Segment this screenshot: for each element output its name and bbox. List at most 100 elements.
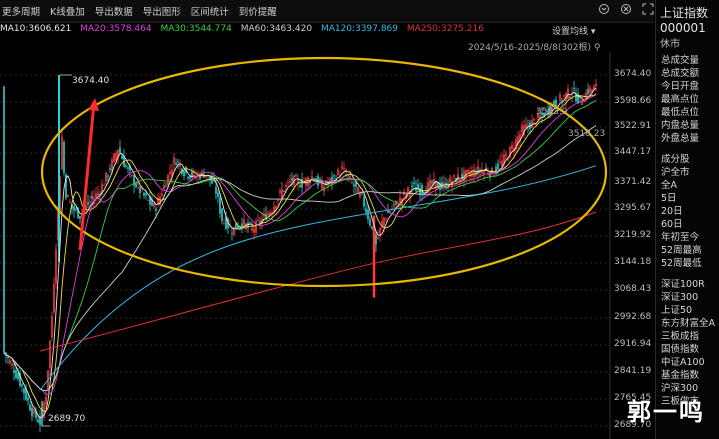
candle-body	[245, 223, 247, 230]
candle-body	[477, 166, 479, 175]
candle-body	[595, 83, 597, 87]
sidebar-stat-item[interactable]: 外盘总量	[656, 132, 719, 145]
candle-body	[341, 166, 343, 169]
candle-body	[107, 175, 109, 177]
low-label: 2689.70	[48, 414, 86, 424]
sidebar-stat-item[interactable]: 今日开盘	[656, 80, 719, 93]
candle-body	[97, 192, 99, 196]
ma-legend-item: MA20:3578.464	[80, 24, 152, 34]
sidebar-stat-item[interactable]: 总成交量	[656, 54, 719, 67]
candle-body	[9, 360, 11, 364]
candle-body	[233, 226, 235, 236]
candle-body	[21, 384, 23, 387]
sidebar-item[interactable]: 成分股	[656, 153, 719, 166]
sidebar-stat-item[interactable]: 最高点位	[656, 93, 719, 106]
candle-body	[87, 202, 89, 205]
candle-body	[385, 218, 387, 220]
ma-line	[3, 99, 597, 392]
candle-body	[497, 163, 499, 170]
candle-body	[183, 171, 185, 177]
candle-body	[255, 220, 257, 234]
candle-body	[413, 182, 415, 185]
sidebar-item[interactable]: 深证300	[656, 291, 719, 304]
candle-body	[243, 219, 245, 225]
candle-body	[13, 370, 15, 374]
candle-body	[121, 155, 123, 160]
candle-body	[281, 189, 283, 198]
candle-body	[533, 118, 535, 121]
candle-body	[91, 196, 93, 199]
sidebar-item[interactable]: 20日	[656, 205, 719, 218]
sidebar-item[interactable]: 60日	[656, 218, 719, 231]
sidebar-item[interactable]: 基金指数	[656, 369, 719, 382]
sidebar-item[interactable]: 52周最高	[656, 244, 719, 257]
sidebar-item[interactable]: 深证100R	[656, 278, 719, 291]
candle-body	[17, 373, 19, 379]
candle-body	[103, 184, 105, 186]
candle-body	[219, 197, 221, 214]
ma-legend-item: MA250:3275.216	[406, 24, 484, 34]
candle-body	[257, 219, 259, 221]
price-axis-label: 3144.18	[614, 257, 652, 267]
sidebar-item[interactable]: 全A	[656, 179, 719, 192]
close-icon[interactable]	[620, 3, 632, 15]
candle-body	[135, 183, 137, 188]
sidebar-item[interactable]: 52周最低	[656, 257, 719, 270]
ma-legend: MA10:3606.621 MA20:3578.464 MA30:3544.77…	[0, 24, 490, 38]
sidebar-item[interactable]: 三板成指	[656, 330, 719, 343]
candle-body	[153, 203, 155, 207]
candle-body	[573, 88, 575, 90]
sidebar-item[interactable]: 沪全市	[656, 166, 719, 179]
export-data-button[interactable]: 导出数据	[90, 4, 138, 18]
sidebar-stat-item[interactable]: 最低点位	[656, 106, 719, 119]
candle-body	[375, 234, 377, 245]
candle-body	[29, 404, 31, 411]
sidebar-item[interactable]: 中证A100	[656, 356, 719, 369]
expand-icon[interactable]	[642, 3, 654, 15]
candle-body	[367, 209, 369, 220]
candle-body	[467, 169, 469, 173]
sidebar-item[interactable]: 年初至今	[656, 231, 719, 244]
candle-body	[79, 215, 81, 219]
candle-body	[363, 196, 365, 207]
candle-body	[125, 165, 127, 168]
watermark: 郭一鸣	[627, 398, 705, 426]
more-periods-button[interactable]: 更多周期	[0, 4, 45, 18]
candle-body	[279, 190, 281, 193]
candle-body	[577, 93, 579, 104]
sidebar-item[interactable]: 上证50	[656, 304, 719, 317]
price-alert-button[interactable]: 到价提醒	[234, 4, 282, 18]
candle-body	[581, 102, 583, 106]
index-code: 000001	[660, 21, 706, 35]
candle-body	[563, 95, 565, 97]
settings-icon[interactable]	[598, 3, 610, 15]
price-axis-label: 3447.17	[614, 147, 652, 157]
candle-body	[411, 185, 413, 188]
market-status: 休市	[660, 39, 680, 50]
candle-body	[75, 208, 77, 210]
sidebar-item[interactable]: 5日	[656, 192, 719, 205]
kline-overlay-button[interactable]: K线叠加	[45, 4, 90, 18]
candle-body	[459, 179, 461, 181]
range-stats-button[interactable]: 区间统计	[186, 4, 234, 18]
ma-line	[3, 87, 597, 419]
candle-body	[499, 162, 501, 164]
sidebar-stat-item[interactable]: 内盘总量	[656, 119, 719, 132]
candle-body	[31, 407, 33, 417]
sidebar-item[interactable]: 东方财富全A	[656, 317, 719, 330]
candle-body	[55, 249, 57, 284]
sidebar-stat-item[interactable]: 总成交额	[656, 67, 719, 80]
candle-body	[61, 136, 63, 170]
export-image-button[interactable]: 导出图形	[138, 4, 186, 18]
arrow-annotation	[78, 102, 96, 251]
candle-body	[45, 396, 47, 405]
candle-body	[589, 87, 591, 93]
ma-settings-dropdown[interactable]: 设置均线 ▾	[552, 24, 595, 37]
candle-body	[63, 141, 65, 173]
candle-body	[393, 203, 395, 205]
sidebar-item[interactable]: 国债指数	[656, 343, 719, 356]
candle-body	[453, 174, 455, 177]
price-axis-label: 3522.91	[614, 121, 652, 131]
candle-body	[169, 171, 171, 175]
candle-body	[23, 388, 25, 394]
